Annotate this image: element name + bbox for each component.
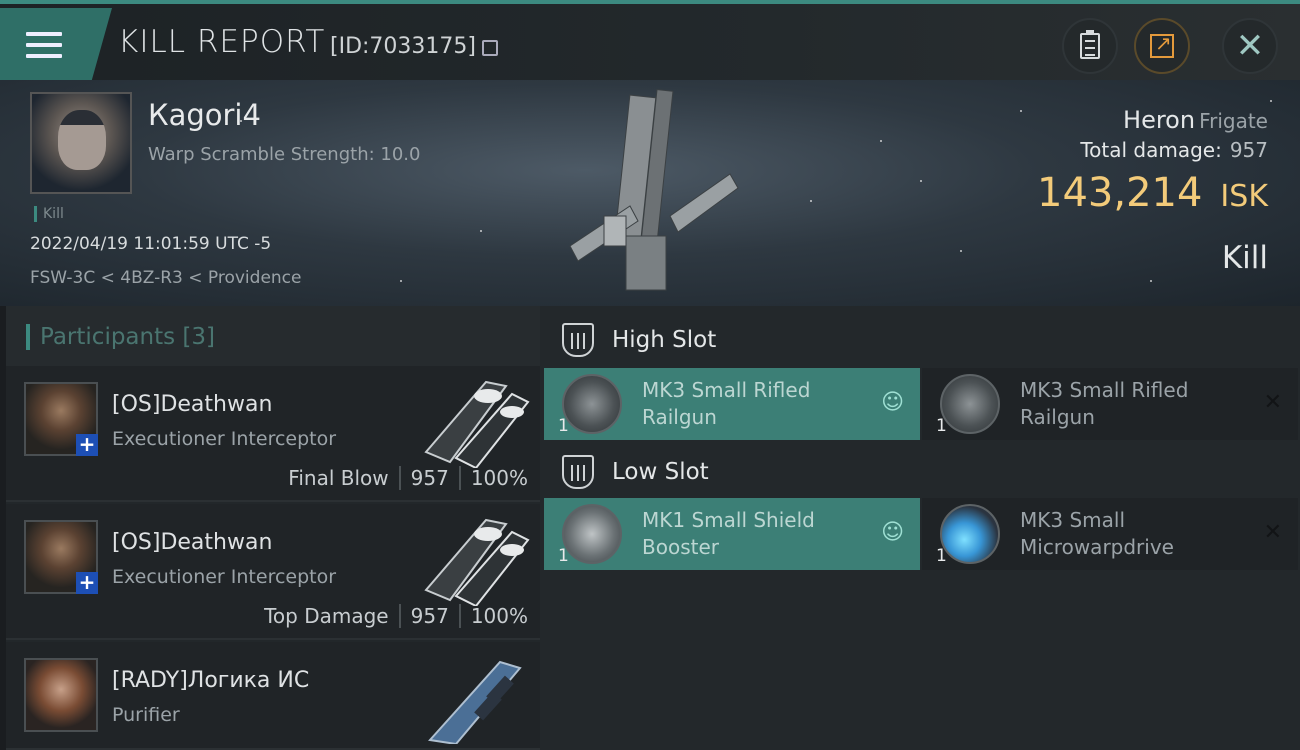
plus-badge-icon: + [76, 572, 98, 594]
participant-damage: 957 [401, 604, 461, 628]
participant-damage: 957 [401, 466, 461, 490]
avatar [24, 658, 98, 732]
participant-ship-image [424, 518, 530, 606]
menu-button[interactable] [0, 8, 112, 80]
module-quantity: 1 [936, 416, 947, 436]
microwarpdrive-icon [940, 504, 1000, 564]
module-name: MK3 Small Microwarpdrive [1020, 508, 1174, 559]
victim-portrait[interactable] [30, 92, 132, 194]
module-item[interactable]: 1 MK1 Small Shield Booster ☺ [544, 498, 920, 570]
participants-header[interactable]: Participants [3] [6, 306, 540, 366]
railgun-icon [940, 374, 1000, 434]
participant-percent: 100% [470, 604, 528, 628]
avatar: + [24, 382, 98, 456]
destroyed-icon: ✕ [1263, 390, 1282, 415]
isk-value: 143,214 ISK [1037, 170, 1268, 216]
hamburger-icon [26, 32, 62, 60]
victim-pilot-name[interactable]: Кagori4 [148, 98, 261, 132]
copy-icon[interactable] [482, 40, 498, 56]
participants-panel: Participants [3] + [OS]Deathwan Executio… [6, 306, 540, 750]
module-item[interactable]: 1 MK3 Small Microwarpdrive ✕ [922, 498, 1298, 570]
avatar: + [24, 520, 98, 594]
participant-stats: Final Blow 957 100% [278, 466, 528, 490]
participant-percent: 100% [470, 466, 528, 490]
module-quantity: 1 [558, 546, 569, 566]
kill-location[interactable]: FSW-3C < 4BZ-R3 < Providence [30, 268, 302, 288]
total-damage: Total damage: 957 [1080, 138, 1268, 162]
module-name: MK1 Small Shield Booster [642, 508, 815, 559]
participant-stats: Top Damage 957 100% [254, 604, 528, 628]
ship-name: Heron [1123, 106, 1196, 134]
high-slot-label: High Slot [612, 327, 717, 353]
participant-tag: Top Damage [254, 604, 401, 628]
total-damage-value: 957 [1229, 138, 1268, 162]
high-slot-icon [562, 323, 594, 357]
participant-ship: Executioner Interceptor [112, 566, 337, 588]
participant-name: [OS]Deathwan [112, 530, 273, 555]
participant-row[interactable]: [RADY]Логика ИС Purifier [6, 642, 540, 750]
module-item[interactable]: 1 MK3 Small Rifled Railgun ☺ [544, 368, 920, 440]
low-slot-header: Low Slot [540, 442, 1300, 502]
participant-name: [OS]Deathwan [112, 392, 273, 417]
railgun-icon [562, 374, 622, 434]
participant-ship: Executioner Interceptor [112, 428, 337, 450]
low-slot-label: Low Slot [612, 459, 709, 485]
high-slot-header: High Slot [540, 310, 1300, 370]
participant-ship-image [428, 660, 522, 744]
victim-banner: Кagori4 Warp Scramble Strength: 10.0 Kil… [0, 80, 1300, 306]
page-title: KILL REPORT [118, 24, 326, 60]
isk-amount: 143,214 [1037, 170, 1203, 216]
clipboard-button[interactable] [1062, 18, 1118, 74]
person-icon: ☺ [881, 390, 904, 415]
victim-ship[interactable]: Heron Frigate [1123, 106, 1268, 134]
isk-unit: ISK [1220, 179, 1268, 214]
person-icon: ☺ [881, 520, 904, 545]
ship-class: Frigate [1199, 109, 1268, 133]
share-icon [1150, 31, 1174, 58]
module-name: MK3 Small Rifled Railgun [1020, 378, 1189, 429]
close-button[interactable]: ✕ [1222, 18, 1278, 74]
victim-ship-image [569, 89, 739, 291]
participant-name: [RADY]Логика ИС [112, 668, 310, 693]
total-damage-label: Total damage: [1080, 138, 1222, 162]
module-quantity: 1 [558, 416, 569, 436]
low-slot-icon [562, 455, 594, 489]
participant-ship: Purifier [112, 704, 180, 726]
shield-booster-icon [562, 504, 622, 564]
outcome-label: Kill [1221, 240, 1268, 276]
participant-row[interactable]: + [OS]Deathwan Executioner Interceptor F… [6, 366, 540, 502]
clipboard-icon [1080, 30, 1100, 59]
close-icon: ✕ [1235, 26, 1265, 66]
participants-title: Participants [3] [26, 324, 215, 350]
module-quantity: 1 [936, 546, 947, 566]
module-item[interactable]: 1 MK3 Small Rifled Railgun ✕ [922, 368, 1298, 440]
kill-id: [ID:7033175] [330, 34, 476, 59]
module-name: MK3 Small Rifled Railgun [642, 378, 811, 429]
plus-badge-icon: + [76, 434, 98, 456]
share-button[interactable] [1134, 18, 1190, 74]
participant-row[interactable]: + [OS]Deathwan Executioner Interceptor T… [6, 504, 540, 640]
fittings-panel: High Slot 1 MK3 Small Rifled Railgun ☺ 1… [540, 306, 1300, 750]
participant-ship-image [424, 380, 530, 468]
kill-datetime: 2022/04/19 11:01:59 UTC -5 [30, 234, 272, 254]
header-bar: KILL REPORT [ID:7033175] ✕ [0, 0, 1300, 80]
destroyed-icon: ✕ [1263, 520, 1282, 545]
participant-tag: Final Blow [278, 466, 401, 490]
warp-scramble-strength: Warp Scramble Strength: 10.0 [148, 144, 421, 165]
kill-tag: Kill [34, 206, 64, 222]
